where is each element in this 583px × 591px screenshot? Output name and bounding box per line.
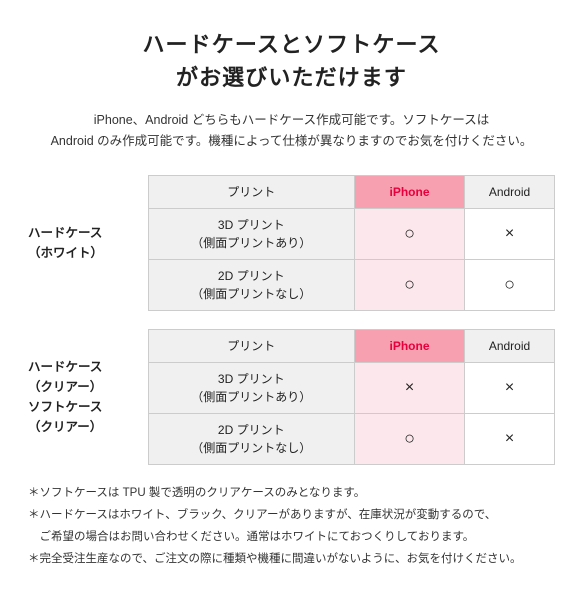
note-2: ＊ハードケースはホワイト、ブラック、クリアーがありますが、在庫状況が変動するので…	[28, 505, 555, 525]
table2-row1-iphone: ×	[355, 362, 465, 413]
notes-section: ＊ソフトケースは TPU 製で透明のクリアケースのみとなります。 ＊ハードケース…	[28, 483, 555, 570]
main-title: ハードケースとソフトケース がお選びいただけます	[28, 28, 555, 94]
table2-header-print: プリント	[148, 329, 355, 362]
table-section-1: ハードケース（ホワイト） プリント iPhone Android 3D プリント…	[28, 175, 555, 311]
table2-row-group-label: ハードケース（クリアー）ソフトケース（クリアー）	[28, 329, 148, 464]
table2-row2-print: 2D プリント（側面プリントなし）	[148, 413, 355, 464]
note-3: ＊完全受注生産なので、ご注文の際に種類や機種に間違いがないように、お気を付けくだ…	[28, 549, 555, 569]
table2-row1-android: ×	[465, 362, 555, 413]
table2-row2-iphone: ○	[355, 413, 465, 464]
table-1: ハードケース（ホワイト） プリント iPhone Android 3D プリント…	[28, 175, 555, 311]
table-section-2: ハードケース（クリアー）ソフトケース（クリアー） プリント iPhone And…	[28, 329, 555, 465]
subtitle: iPhone、Android どちらもハードケース作成可能です。ソフトケースは …	[28, 110, 555, 153]
table1-row-group-label: ハードケース（ホワイト）	[28, 175, 148, 310]
table-2: ハードケース（クリアー）ソフトケース（クリアー） プリント iPhone And…	[28, 329, 555, 465]
note-1: ＊ソフトケースは TPU 製で透明のクリアケースのみとなります。	[28, 483, 555, 503]
table1-row1-print: 3D プリント（側面プリントあり）	[148, 208, 355, 259]
table1-row1-android: ×	[465, 208, 555, 259]
page-container: ハードケースとソフトケース がお選びいただけます iPhone、Android …	[0, 0, 583, 591]
title-line2: がお選びいただけます	[176, 65, 407, 90]
table1-header-android: Android	[465, 175, 555, 208]
table1-header-iphone: iPhone	[355, 175, 465, 208]
table1-row2-android: ○	[465, 259, 555, 310]
table1-row1-iphone: ○	[355, 208, 465, 259]
title-line1: ハードケースとソフトケース	[142, 32, 440, 57]
table2-row2-android: ×	[465, 413, 555, 464]
table1-row2-iphone: ○	[355, 259, 465, 310]
table2-header-iphone: iPhone	[355, 329, 465, 362]
table2-row1-print: 3D プリント（側面プリントあり）	[148, 362, 355, 413]
note-2b: ご希望の場合はお問い合わせください。通常はホワイトにておつくりしております。	[28, 527, 555, 547]
table2-header-android: Android	[465, 329, 555, 362]
table1-header-print: プリント	[148, 175, 355, 208]
table1-row2-print: 2D プリント（側面プリントなし）	[148, 259, 355, 310]
